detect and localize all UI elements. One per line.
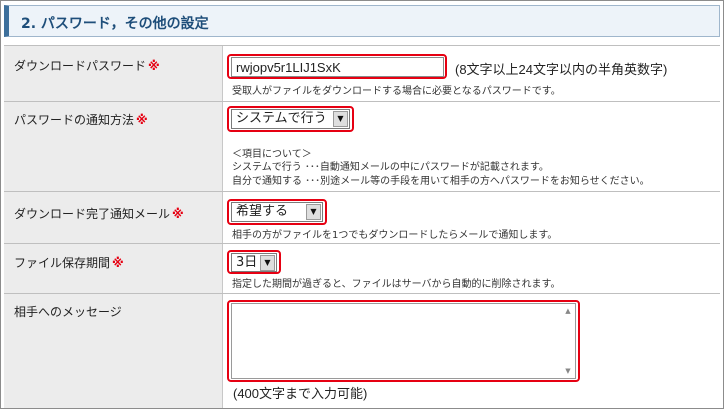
chevron-down-icon[interactable]: ▼ bbox=[333, 111, 348, 127]
password-length-note: (8文字以上24文字以内の半角英数字) bbox=[455, 62, 668, 77]
chevron-down-icon[interactable]: ▼ bbox=[260, 255, 275, 271]
select-value: 希望する bbox=[236, 204, 289, 219]
row-download-password: ダウンロードパスワード ※ rwjopv5r1LIJ1SxK (8文字以上24文字… bbox=[4, 45, 720, 101]
scroll-up-icon[interactable]: ▲ bbox=[563, 307, 573, 315]
select-value: システムで行う bbox=[236, 111, 327, 126]
required-mark: ※ bbox=[148, 59, 160, 73]
row-label: 相手へのメッセージ bbox=[4, 294, 223, 408]
row-label: ダウンロードパスワード ※ bbox=[4, 46, 223, 101]
password-hint: 受取人がファイルをダウンロードする場合に必要となるパスワードです。 bbox=[232, 86, 561, 97]
section-title: 2. パスワード，その他の設定 bbox=[21, 16, 209, 32]
row-label: ファイル保存期間 ※ bbox=[4, 244, 223, 293]
row-retention: ファイル保存期間 ※ 3日 ▼ 指定した期間が過ぎると、ファイルはサーバから自動的… bbox=[4, 243, 720, 293]
row-label: ダウンロード完了通知メール ※ bbox=[4, 192, 223, 243]
row-label: パスワードの通知方法 ※ bbox=[4, 102, 223, 191]
password-notify-label: パスワードの通知方法 ※ bbox=[14, 113, 148, 127]
row-download-complete-mail: ダウンロード完了通知メール ※ 希望する ▼ 相手の方がファイルを1つでもダウンロ… bbox=[4, 191, 720, 243]
retention-select[interactable]: 3日 ▼ bbox=[231, 253, 277, 272]
settings-panel: 2. パスワード，その他の設定 ダウンロードパスワード ※ rwjopv5r1LI… bbox=[0, 0, 724, 409]
scroll-down-icon[interactable]: ▼ bbox=[563, 367, 573, 375]
section-header: 2. パスワード，その他の設定 bbox=[4, 5, 720, 37]
download-complete-hint: 相手の方がファイルを1つでもダウンロードしたらメールで通知します。 bbox=[232, 230, 558, 241]
retention-label: ファイル保存期間 ※ bbox=[14, 256, 124, 270]
row-message: 相手へのメッセージ ▲ ▼ (400文字まで入力可能) bbox=[4, 293, 720, 408]
download-complete-select[interactable]: 希望する ▼ bbox=[231, 202, 323, 222]
info-line-system: システムで行う ･･･自動通知メールの中にパスワードが記載されます。 bbox=[232, 162, 549, 173]
download-password-label: ダウンロードパスワード ※ bbox=[14, 59, 160, 73]
row-password-notify: パスワードの通知方法 ※ システムで行う ▼ ＜項目について＞ システムで行う ･… bbox=[4, 101, 720, 191]
retention-hint: 指定した期間が過ぎると、ファイルはサーバから自動的に削除されます。 bbox=[232, 279, 561, 290]
message-label: 相手へのメッセージ bbox=[14, 305, 122, 319]
chevron-down-icon[interactable]: ▼ bbox=[306, 204, 321, 220]
select-value: 3日 bbox=[236, 255, 258, 270]
password-notify-select[interactable]: システムで行う ▼ bbox=[231, 109, 350, 129]
required-mark: ※ bbox=[172, 207, 184, 221]
required-mark: ※ bbox=[136, 113, 148, 127]
download-complete-label: ダウンロード完了通知メール ※ bbox=[14, 207, 184, 221]
message-textarea[interactable]: ▲ ▼ bbox=[231, 303, 576, 379]
download-password-input[interactable]: rwjopv5r1LIJ1SxK bbox=[231, 57, 444, 77]
message-length-note: (400文字まで入力可能) bbox=[233, 386, 368, 401]
info-line-self: 自分で通知する ･･･別途メール等の手段を用いて相手の方へパスワードをお知らせく… bbox=[232, 176, 650, 187]
required-mark: ※ bbox=[112, 256, 124, 270]
